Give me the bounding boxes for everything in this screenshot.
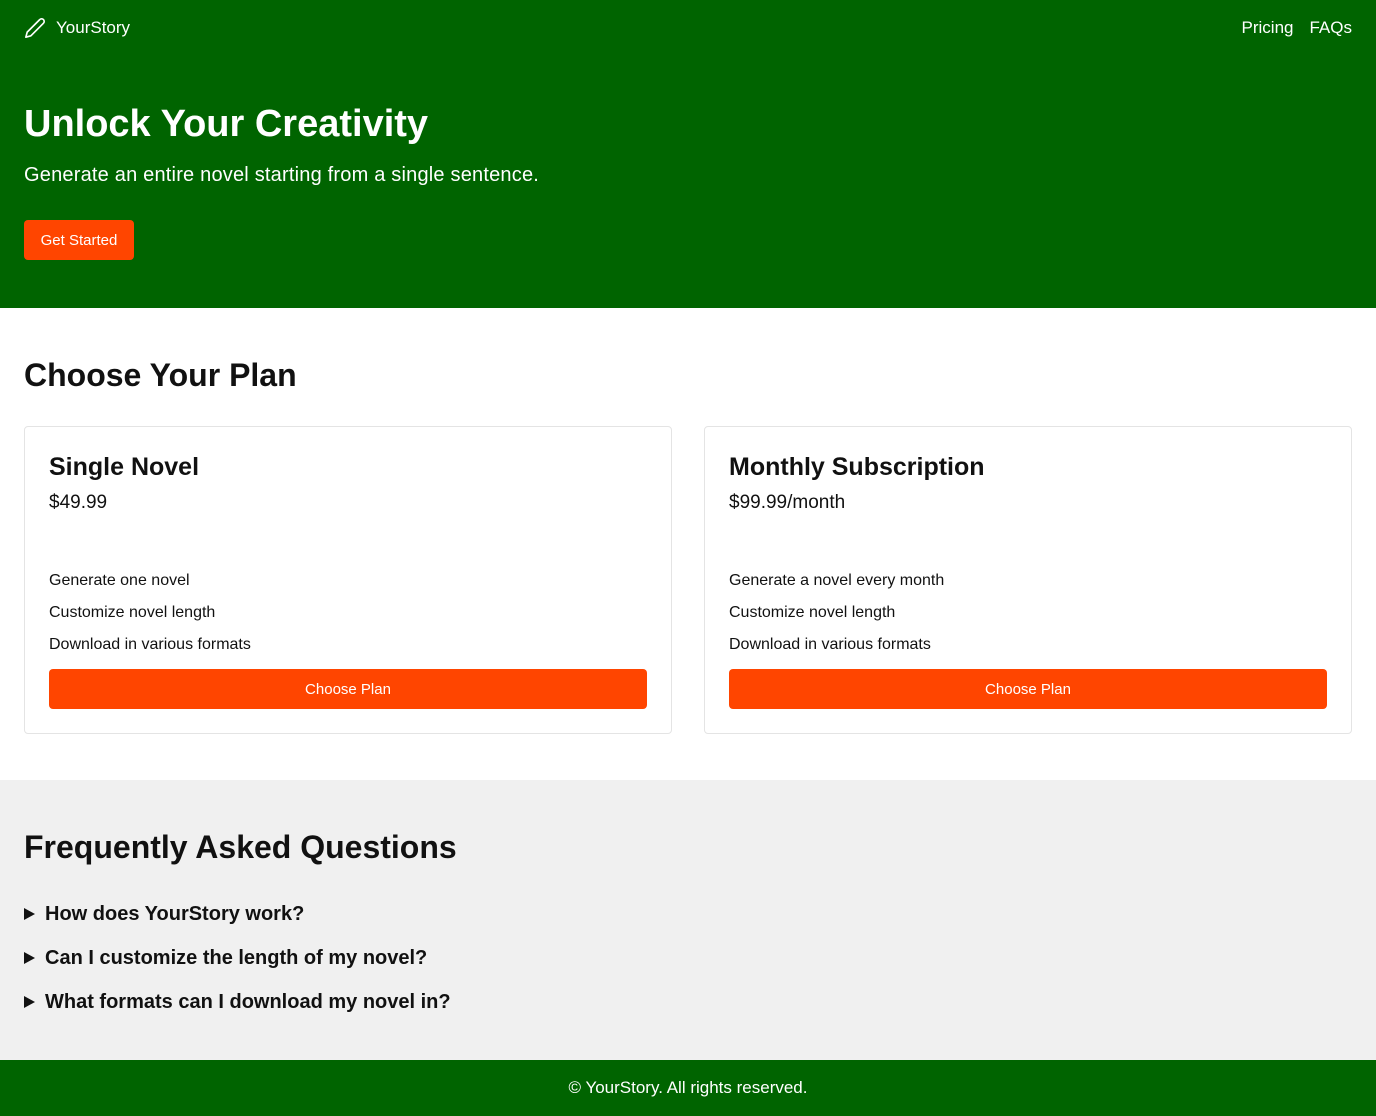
triangle-right-icon <box>24 952 35 964</box>
pricing-heading: Choose Your Plan <box>24 357 297 393</box>
faq-question: How does YourStory work? <box>45 902 305 925</box>
plan-feature: Generate a novel every month <box>729 572 945 589</box>
pricing-section: Choose Your Plan Single Novel $49.99 Gen… <box>0 308 1376 780</box>
plan-name: Monthly Subscription <box>729 453 985 481</box>
footer: © YourStory. All rights reserved. <box>0 1060 1376 1116</box>
plan-feature: Customize novel length <box>49 604 216 621</box>
nav-link-pricing[interactable]: Pricing <box>1242 18 1294 38</box>
plan-features: Generate a novel every month Customize n… <box>729 565 1327 661</box>
hero-section: YourStory Pricing FAQs Unlock Your Creat… <box>0 0 1376 308</box>
plan-feature: Generate one novel <box>49 572 190 589</box>
plan-card-single-novel: Single Novel $49.99 Generate one novel C… <box>24 426 672 734</box>
plan-feature: Customize novel length <box>729 604 896 621</box>
plan-cards: Single Novel $49.99 Generate one novel C… <box>24 426 1352 734</box>
footer-copyright: © YourStory. All rights reserved. <box>568 1078 808 1097</box>
plan-feature: Download in various formats <box>729 636 931 653</box>
faq-heading: Frequently Asked Questions <box>24 829 457 865</box>
hero-subtitle: Generate an entire novel starting from a… <box>24 164 540 186</box>
get-started-button[interactable]: Get Started <box>24 220 134 260</box>
plan-name: Single Novel <box>49 453 200 481</box>
faq-list: How does YourStory work? Can I customize… <box>24 892 1352 1024</box>
hero-title: Unlock Your Creativity <box>24 103 429 145</box>
choose-plan-button-single[interactable]: Choose Plan <box>49 669 647 709</box>
faq-item[interactable]: Can I customize the length of my novel? <box>24 936 1352 980</box>
top-navigation-bar: YourStory Pricing FAQs <box>24 0 1352 56</box>
pen-icon <box>24 17 46 39</box>
triangle-right-icon <box>24 908 35 920</box>
triangle-right-icon <box>24 996 35 1008</box>
faq-section: Frequently Asked Questions How does Your… <box>0 780 1376 1060</box>
nav-link-faqs[interactable]: FAQs <box>1309 18 1352 38</box>
faq-question: Can I customize the length of my novel? <box>45 946 428 969</box>
faq-item[interactable]: How does YourStory work? <box>24 892 1352 936</box>
brand-name: YourStory <box>56 18 131 37</box>
faq-item[interactable]: What formats can I download my novel in? <box>24 980 1352 1024</box>
faq-question: What formats can I download my novel in? <box>45 990 451 1013</box>
main-nav: Pricing FAQs <box>1242 18 1352 38</box>
plan-price: $99.99/month <box>729 492 846 513</box>
brand-logo-link[interactable]: YourStory <box>24 17 130 39</box>
plan-card-monthly-subscription: Monthly Subscription $99.99/month Genera… <box>704 426 1352 734</box>
plan-feature: Download in various formats <box>49 636 251 653</box>
plan-features: Generate one novel Customize novel lengt… <box>49 565 647 661</box>
plan-price: $49.99 <box>49 492 108 513</box>
choose-plan-button-monthly[interactable]: Choose Plan <box>729 669 1327 709</box>
